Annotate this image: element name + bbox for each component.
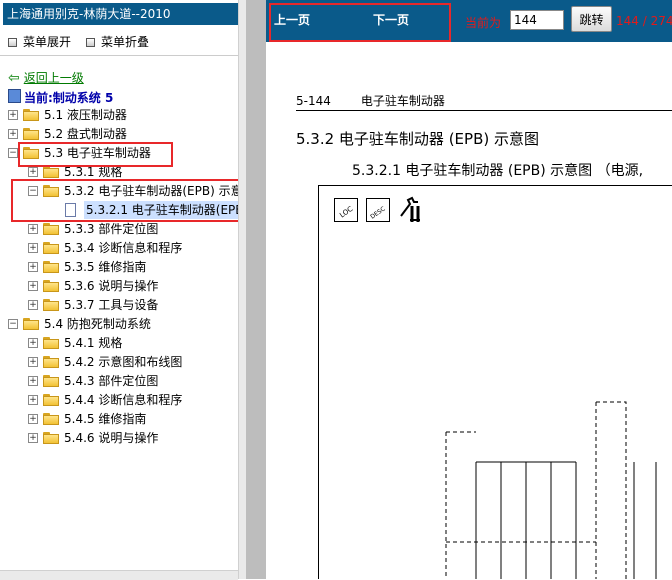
expand-toggle-icon[interactable]: + — [28, 433, 38, 443]
panel-splitter[interactable] — [246, 0, 266, 579]
menu-expand-button[interactable]: 菜单展开 — [8, 33, 71, 50]
expand-toggle-icon[interactable]: + — [8, 129, 18, 139]
book-icon — [8, 89, 21, 103]
highlight-box — [11, 179, 245, 222]
page-header: 5-144 电子驻车制动器 — [296, 92, 445, 109]
tree-node-label: 5.3.5 维修指南 — [64, 260, 147, 274]
tree-node-label: 5.3.7 工具与设备 — [64, 298, 159, 312]
tree-node[interactable]: +5.3.7 工具与设备 — [0, 296, 238, 314]
expand-toggle-icon[interactable]: + — [28, 338, 38, 348]
tree-node-label: 5.4.4 诊断信息和程序 — [64, 393, 183, 407]
subsection-title: 5.3.2.1 电子驻车制动器 (EPB) 示意图 （电源, — [352, 163, 644, 179]
folder-icon — [43, 223, 59, 235]
tree-node-label: 5.3.4 诊断信息和程序 — [64, 241, 183, 255]
tree-node-label: 5.3.6 说明与操作 — [64, 279, 159, 293]
current-location: 当前:制动系统 5 — [8, 89, 113, 106]
expand-toggle-icon[interactable]: + — [28, 243, 38, 253]
collapse-icon — [86, 38, 95, 47]
tree-node[interactable]: +5.3.3 部件定位图 — [0, 220, 238, 238]
back-link[interactable]: ⇦ 返回上一级 — [8, 69, 84, 86]
document-view: 5-144 电子驻车制动器 5.3.2 电子驻车制动器 (EPB) 示意图 5.3… — [266, 42, 672, 579]
page-number-input[interactable] — [510, 10, 564, 30]
tree-node-label: 5.2 盘式制动器 — [44, 127, 127, 141]
menu-collapse-button[interactable]: 菜单折叠 — [86, 33, 149, 50]
wrench-icon — [398, 196, 428, 224]
tree-node[interactable]: +5.4.6 说明与操作 — [0, 429, 238, 447]
tree-node-label: 5.4.3 部件定位图 — [64, 374, 159, 388]
folder-icon — [43, 280, 59, 292]
svg-text:DESC: DESC — [369, 205, 386, 220]
folder-icon — [43, 432, 59, 444]
open-folder-icon — [23, 318, 39, 330]
tree-node[interactable]: +5.3.5 维修指南 — [0, 258, 238, 276]
expand-toggle-icon[interactable]: + — [28, 357, 38, 367]
expand-toggle-icon[interactable]: + — [28, 224, 38, 234]
expand-toggle-icon[interactable]: + — [28, 395, 38, 405]
loc-icon: LOC — [334, 198, 358, 222]
folder-icon — [43, 337, 59, 349]
folder-icon — [43, 299, 59, 311]
folder-icon — [43, 356, 59, 368]
expand-toggle-icon[interactable]: + — [8, 110, 18, 120]
expand-toggle-icon[interactable]: + — [28, 262, 38, 272]
navigation-panel: 上海通用别克-林荫大道--2010 菜单展开 菜单折叠 ⇦ 返回上一级 当前:制动… — [0, 0, 247, 580]
tree-node[interactable]: +5.2 盘式制动器 — [0, 125, 238, 143]
expand-toggle-icon[interactable]: + — [28, 414, 38, 424]
page-indicator: 144 / 274 — [616, 14, 672, 28]
folder-icon — [23, 109, 39, 121]
folder-icon — [43, 242, 59, 254]
menu-expand-label: 菜单展开 — [23, 35, 72, 49]
back-arrow-icon: ⇦ — [8, 70, 20, 86]
collapse-toggle-icon[interactable]: − — [8, 148, 18, 158]
folder-icon — [43, 394, 59, 406]
section-title: 5.3.2 电子驻车制动器 (EPB) 示意图 — [296, 130, 539, 148]
tree-node[interactable]: +5.4.1 规格 — [0, 334, 238, 352]
tree-node-label: 5.4.1 规格 — [64, 336, 123, 350]
folder-icon — [43, 375, 59, 387]
tree-node-label: 5.1 液压制动器 — [44, 108, 127, 122]
tree-node[interactable]: − 5.4 防抱死制动系统 — [0, 315, 238, 333]
tree-node-label: 5.4.5 维修指南 — [64, 412, 147, 426]
folder-icon — [23, 128, 39, 140]
expand-toggle-icon[interactable]: + — [28, 376, 38, 386]
tree-node[interactable]: +5.4.4 诊断信息和程序 — [0, 391, 238, 409]
divider — [0, 55, 246, 56]
tree-node-label: 5.3.3 部件定位图 — [64, 222, 159, 236]
expand-toggle-icon[interactable]: + — [28, 167, 38, 177]
svg-text:LOC: LOC — [338, 205, 354, 220]
tree-node[interactable]: +5.3.4 诊断信息和程序 — [0, 239, 238, 257]
expand-toggle-icon[interactable]: + — [28, 281, 38, 291]
app-title: 上海通用别克-林荫大道--2010 — [3, 3, 238, 25]
current-location-label: 当前:制动系统 5 — [24, 91, 114, 105]
jump-button[interactable]: 跳转 — [571, 6, 612, 32]
desc-icon: DESC — [366, 198, 390, 222]
header-rule — [296, 110, 672, 111]
tree-node[interactable]: +5.4.2 示意图和布线图 — [0, 353, 238, 371]
tree-node[interactable]: +5.4.5 维修指南 — [0, 410, 238, 428]
collapse-toggle-icon[interactable]: − — [8, 319, 18, 329]
folder-icon — [43, 413, 59, 425]
tree-node[interactable]: +5.1 液压制动器 — [0, 106, 238, 124]
back-link-label: 返回上一级 — [23, 71, 84, 85]
wiring-diagram — [445, 401, 657, 579]
folder-icon — [43, 261, 59, 273]
expand-toggle-icon[interactable]: + — [28, 300, 38, 310]
tree-node-label: 5.4.2 示意图和布线图 — [64, 355, 183, 369]
folder-icon — [43, 166, 59, 178]
page-number-text: 5-144 — [296, 94, 331, 108]
highlight-box — [269, 3, 451, 42]
tree-node-label: 5.4 防抱死制动系统 — [44, 317, 151, 331]
tree-node-label: 5.4.6 说明与操作 — [64, 431, 159, 445]
highlight-box — [18, 142, 173, 167]
tree-node[interactable]: +5.3.6 说明与操作 — [0, 277, 238, 295]
current-page-label: 当前为 — [465, 16, 502, 30]
menu-collapse-label: 菜单折叠 — [101, 35, 150, 49]
expand-icon — [8, 38, 17, 47]
chapter-title: 电子驻车制动器 — [360, 94, 445, 108]
tree-node[interactable]: +5.4.3 部件定位图 — [0, 372, 238, 390]
